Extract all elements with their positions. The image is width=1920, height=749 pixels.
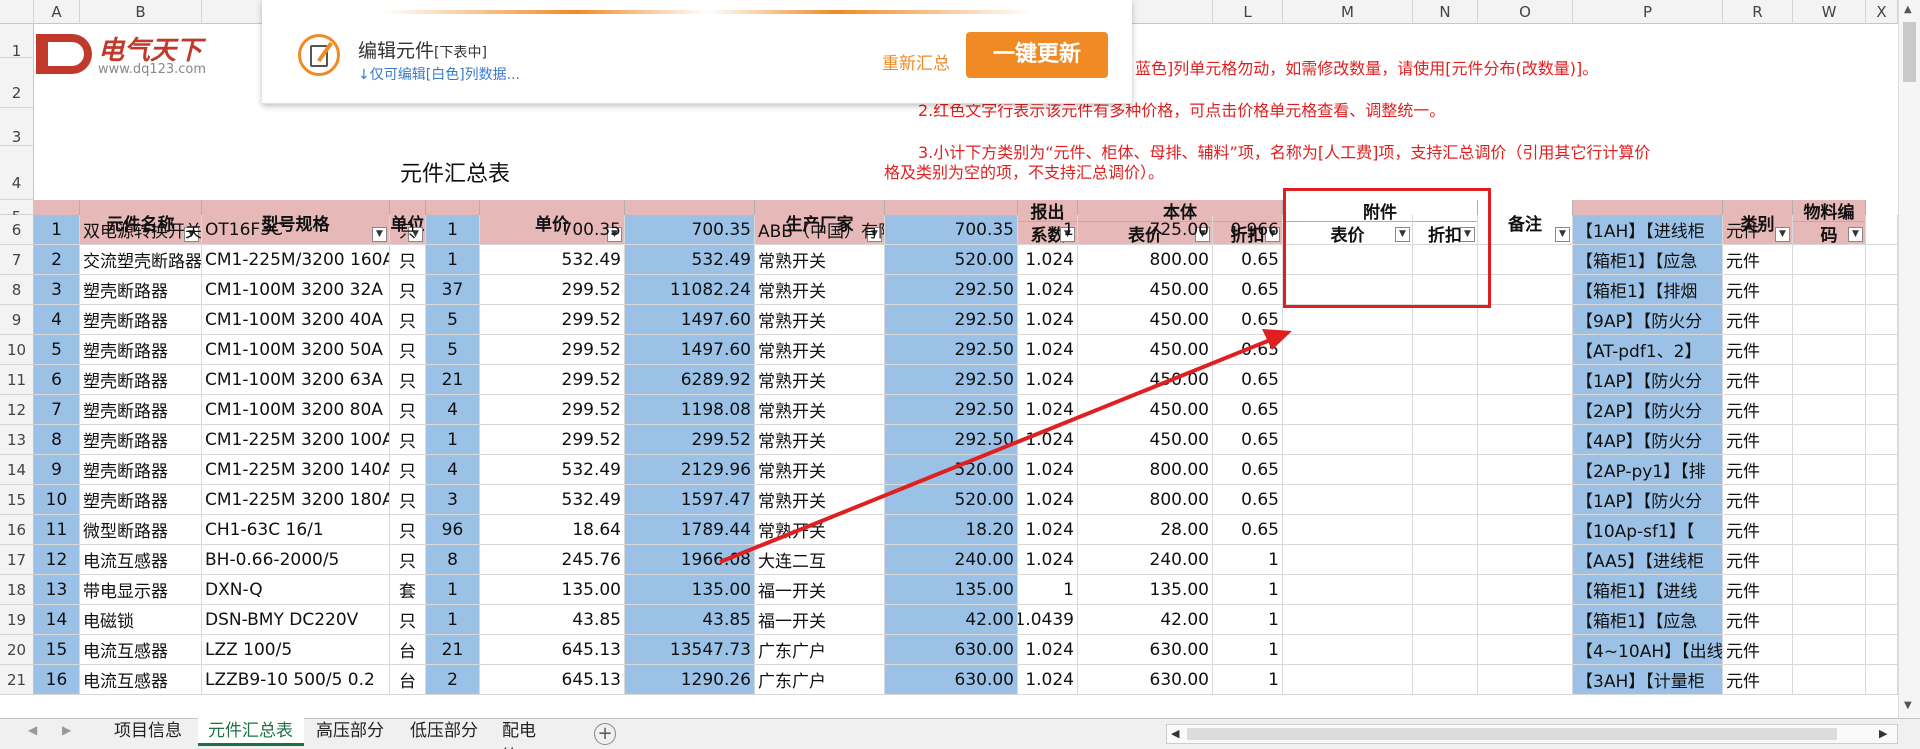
prev-sheet-icon[interactable]: ◀ [28,723,37,737]
annotation-arrow [719,329,1292,564]
scroll-down-icon[interactable]: ▼ [1904,700,1912,711]
scroll-left-icon[interactable]: ◀ [1171,727,1179,740]
sheet-tab[interactable]: 配电箱 [492,718,562,749]
sheet-tab[interactable]: 元件汇总表 [198,718,304,746]
spreadsheet: ABLMNOPRWX 12345678910111213141516171819… [0,0,1920,749]
sheet-tab[interactable]: 高压部分 [306,718,398,746]
sheet-tab[interactable]: 项目信息 [104,718,196,746]
vertical-scrollbar[interactable]: ▲ ▼ [1898,0,1920,718]
next-sheet-icon[interactable]: ▶ [62,723,71,737]
horizontal-scrollbar[interactable]: ◀ ▶ [1166,724,1898,744]
hscroll-thumb[interactable] [1187,728,1837,740]
sheet-tab[interactable]: 低压部分 [400,718,490,746]
scroll-right-icon[interactable]: ▶ [1879,727,1887,740]
scroll-thumb[interactable] [1903,22,1916,82]
add-sheet-icon[interactable]: + [594,723,616,745]
scroll-up-icon[interactable]: ▲ [1904,4,1912,15]
